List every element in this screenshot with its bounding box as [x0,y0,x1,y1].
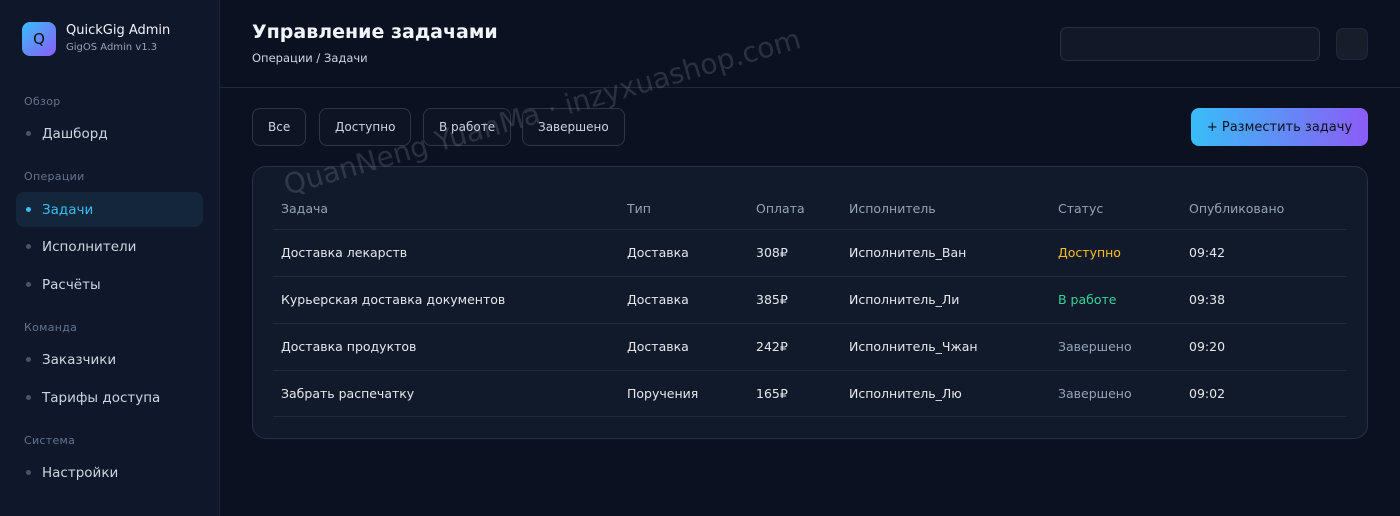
sidebar-item-label: Расчёты [42,276,101,293]
tasks-table: Задача Тип Оплата Исполнитель Статус Опу… [252,166,1368,439]
table-row[interactable]: Курьерская доставка документов Доставка 38… [273,276,1347,323]
cell-type: Доставка [627,339,689,354]
sidebar-item-access-plans[interactable]: Тарифы доступа [16,380,203,415]
cell-pay: 385₽ [756,292,788,307]
cell-worker: Исполнитель_Ван [849,245,967,260]
sidebar-item-label: Заказчики [42,351,117,368]
sidebar-item-clients[interactable]: Заказчики [16,342,203,377]
bullet-icon [26,244,31,249]
column-header-status[interactable]: Статус [1058,201,1103,216]
bullet-icon [26,282,31,287]
sidebar-item-label: Задачи [42,201,94,218]
status-badge: Завершено [1058,339,1132,354]
status-badge: В работе [1058,292,1117,307]
bullet-icon [26,357,31,362]
breadcrumb: Операции / Задачи [252,51,368,65]
brand-name: QuickGig Admin [66,23,171,38]
cell-type: Доставка [627,292,689,307]
filter-all[interactable]: Все [252,108,307,146]
sidebar: Q QuickGig Admin GigOS Admin v1.3 Обзор … [0,0,220,516]
nav-section-team: Команда [24,321,78,334]
status-badge: Доступно [1058,245,1121,260]
column-header-worker[interactable]: Исполнитель [849,201,936,216]
filter-available[interactable]: Доступно [319,108,412,146]
post-task-button[interactable]: + Разместить задачу [1191,108,1368,146]
cell-task: Доставка лекарств [281,245,408,260]
sidebar-item-settings[interactable]: Настройки [16,455,203,490]
column-header-task[interactable]: Задача [281,201,328,216]
cell-type: Доставка [627,245,689,260]
cell-task: Забрать распечатку [281,386,415,401]
status-badge: Завершено [1058,386,1132,401]
cell-pay: 242₽ [756,339,788,354]
nav-section-operations: Операции [24,170,85,183]
cell-task: Курьерская доставка документов [281,292,506,307]
user-menu-button[interactable] [1336,28,1368,60]
table-row[interactable]: Доставка продуктов Доставка 242₽ Исполнител… [273,323,1347,370]
brand[interactable]: Q QuickGig Admin GigOS Admin v1.3 [22,22,170,56]
sidebar-item-tasks[interactable]: Задачи [16,192,203,227]
cell-pay: 308₽ [756,245,788,260]
main-content: Управление задачами Операции / Задачи Вс… [220,0,1400,516]
sidebar-item-payments[interactable]: Расчёты [16,267,203,302]
bullet-icon [26,470,31,475]
brand-text: QuickGig Admin GigOS Admin v1.3 [66,23,170,55]
page-title: Управление задачами [252,21,498,43]
cell-posted: 09:38 [1189,292,1226,307]
cell-worker: Исполнитель_Лю [849,386,962,401]
column-header-posted[interactable]: Опубликовано [1189,201,1284,216]
cell-pay: 165₽ [756,386,788,401]
cell-posted: 09:42 [1189,245,1226,260]
page-header: Управление задачами Операции / Задачи [220,0,1400,88]
sidebar-item-label: Дашборд [42,125,108,142]
filter-completed[interactable]: Завершено [522,108,625,146]
table-row[interactable]: Забрать распечатку Поручения 165₽ Исполните… [273,370,1347,417]
sidebar-item-dashboard[interactable]: Дашборд [16,116,203,151]
bullet-icon [26,207,31,212]
cell-posted: 09:20 [1189,339,1226,354]
cell-worker: Исполнитель_Ли [849,292,960,307]
sidebar-item-label: Тарифы доступа [42,389,161,406]
cell-posted: 09:02 [1189,386,1226,401]
table-row[interactable]: Доставка лекарств Доставка 308₽ Исполнитель… [273,229,1347,276]
sidebar-item-workers[interactable]: Исполнители [16,229,203,264]
search-input[interactable] [1060,27,1320,61]
nav-section-system: Система [24,434,76,447]
cell-worker: Исполнитель_Чжан [849,339,978,354]
nav-section-overview: Обзор [24,95,61,108]
brand-version: GigOS Admin v1.3 [66,42,158,53]
sidebar-item-label: Настройки [42,464,119,481]
bullet-icon [26,131,31,136]
cell-task: Доставка продуктов [281,339,417,354]
brand-logo: Q [22,22,56,56]
column-header-type[interactable]: Тип [627,201,651,216]
sidebar-item-label: Исполнители [42,238,137,255]
bullet-icon [26,395,31,400]
cell-type: Поручения [627,386,699,401]
filter-in-progress[interactable]: В работе [423,108,512,146]
column-header-pay[interactable]: Оплата [756,201,805,216]
